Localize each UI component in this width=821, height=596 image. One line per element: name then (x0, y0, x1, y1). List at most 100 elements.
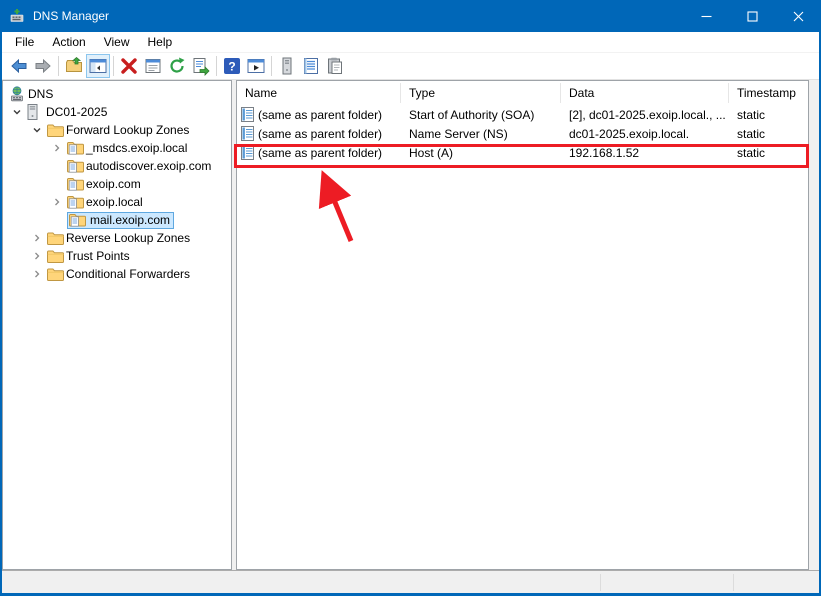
record-name: (same as parent folder) (258, 126, 383, 141)
window-title: DNS Manager (33, 9, 110, 23)
show-parent-button[interactable] (62, 54, 86, 78)
tree-item-exoip-com[interactable]: exoip.com (3, 175, 231, 193)
server-status-button[interactable] (275, 54, 299, 78)
dns-record-icon (241, 145, 254, 160)
record-name: (same as parent folder) (258, 145, 383, 160)
tree-item-label: exoip.com (86, 177, 141, 191)
record-row-ns[interactable]: (same as parent folder) Name Server (NS)… (237, 124, 808, 143)
new-window-button[interactable] (244, 54, 268, 78)
delete-icon (121, 58, 137, 74)
dns-root-icon (9, 86, 27, 102)
menu-file[interactable]: File (6, 32, 43, 52)
menu-help[interactable]: Help (139, 32, 182, 52)
export-list-button[interactable] (189, 54, 213, 78)
tree-item-label: DC01-2025 (46, 105, 108, 119)
menubar: File Action View Help (2, 32, 819, 53)
column-header-name[interactable]: Name (237, 83, 401, 103)
tree-item-conditional-forwarders[interactable]: Conditional Forwarders (3, 265, 231, 283)
console-tree-pane[interactable]: DNS DC01-2025 Forward Lookup Zones _msdc… (2, 80, 232, 570)
list-header: Name Type Data Timestamp (237, 81, 808, 105)
column-header-type[interactable]: Type (401, 83, 561, 103)
properties-button[interactable] (141, 54, 165, 78)
paste-button[interactable] (323, 54, 347, 78)
minimize-icon (701, 15, 711, 17)
close-button[interactable] (775, 0, 821, 32)
help-button[interactable]: ? (220, 54, 244, 78)
dns-manager-app-icon (9, 8, 25, 24)
back-button[interactable] (7, 54, 31, 78)
toolbar-separator (58, 56, 59, 76)
maximize-button[interactable] (729, 0, 775, 32)
record-name: (same as parent folder) (258, 107, 383, 122)
tree-item-mail-exoip-com[interactable]: mail.exoip.com (3, 211, 231, 229)
chevron-right-icon[interactable] (27, 269, 47, 279)
record-data: dc01-2025.exoip.local. (569, 126, 690, 141)
chevron-right-icon[interactable] (27, 233, 47, 243)
record-timestamp: static (737, 145, 766, 160)
refresh-button[interactable] (165, 54, 189, 78)
show-parent-icon (66, 56, 82, 72)
chevron-right-icon[interactable] (47, 197, 67, 207)
app-body: File Action View Help ? DNS DC01-2025 Fo… (2, 32, 819, 593)
tree-item-dns[interactable]: DNS (3, 85, 231, 103)
tree-item-label: Conditional Forwarders (66, 267, 191, 281)
menu-view[interactable]: View (95, 32, 139, 52)
zone-folder-icon (67, 159, 85, 173)
server-icon (282, 57, 292, 75)
chevron-down-icon[interactable] (7, 107, 27, 117)
titlebar[interactable]: DNS Manager (0, 0, 821, 32)
console-tree-toggle-icon (89, 59, 107, 73)
menu-action[interactable]: Action (43, 32, 94, 52)
tree-item-label: Reverse Lookup Zones (66, 231, 191, 245)
tree-item-exoip-local[interactable]: exoip.local (3, 193, 231, 211)
refresh-icon (170, 57, 185, 73)
tree-item-forward-lookup-zones[interactable]: Forward Lookup Zones (3, 121, 231, 139)
chevron-right-icon[interactable] (27, 251, 47, 261)
forward-icon (35, 58, 51, 74)
export-list-icon (193, 58, 210, 76)
record-list-button[interactable] (299, 54, 323, 78)
delete-button[interactable] (117, 54, 141, 78)
tree-item-label: autodiscover.exoip.com (86, 159, 212, 173)
tree-item-dc01-2025[interactable]: DC01-2025 (3, 103, 231, 121)
dns-record-icon (241, 126, 254, 141)
tree-item-reverse-lookup-zones[interactable]: Reverse Lookup Zones (3, 229, 231, 247)
tree-item-msdcs-exoip-local[interactable]: _msdcs.exoip.local (3, 139, 231, 157)
tree-item-label: mail.exoip.com (90, 213, 171, 227)
forward-button[interactable] (31, 54, 55, 78)
tree-item-trust-points[interactable]: Trust Points (3, 247, 231, 265)
column-header-data[interactable]: Data (561, 83, 729, 103)
dns-record-icon (241, 107, 254, 122)
record-row-host-a[interactable]: (same as parent folder) Host (A) 192.168… (237, 143, 808, 162)
back-icon (11, 58, 27, 74)
chevron-down-icon[interactable] (27, 125, 47, 135)
folder-icon (47, 124, 65, 137)
statusbar-divider (733, 574, 734, 591)
record-list-icon (304, 58, 318, 74)
tree-item-label: _msdcs.exoip.local (86, 141, 188, 155)
dns-manager-window: DNS Manager File Action View Help ? DNS … (0, 0, 821, 596)
toolbar-separator (113, 56, 114, 76)
minimize-button[interactable] (683, 0, 729, 32)
column-header-timestamp[interactable]: Timestamp (729, 83, 808, 103)
maximize-icon (746, 10, 758, 22)
record-list-pane[interactable]: Name Type Data Timestamp (same as parent… (236, 80, 809, 570)
server-icon (27, 104, 45, 120)
record-type: Name Server (NS) (409, 126, 508, 141)
tree-item-autodiscover-exoip-com[interactable]: autodiscover.exoip.com (3, 157, 231, 175)
record-timestamp: static (737, 107, 766, 122)
folder-icon (47, 250, 65, 263)
console-tree-toggle-button[interactable] (86, 54, 110, 78)
record-data: [2], dc01-2025.exoip.local., ... (569, 107, 726, 122)
record-row-soa[interactable]: (same as parent folder) Start of Authori… (237, 105, 808, 124)
toolbar: ? (2, 53, 819, 80)
chevron-right-icon[interactable] (47, 143, 67, 153)
help-icon: ? (224, 58, 240, 74)
tree-item-label: exoip.local (86, 195, 143, 209)
properties-icon (145, 59, 161, 73)
paste-icon (328, 57, 342, 74)
selected-tree-item[interactable]: mail.exoip.com (67, 211, 175, 229)
folder-icon (47, 268, 65, 281)
zone-folder-icon (69, 213, 87, 227)
record-data: 192.168.1.52 (569, 145, 640, 160)
